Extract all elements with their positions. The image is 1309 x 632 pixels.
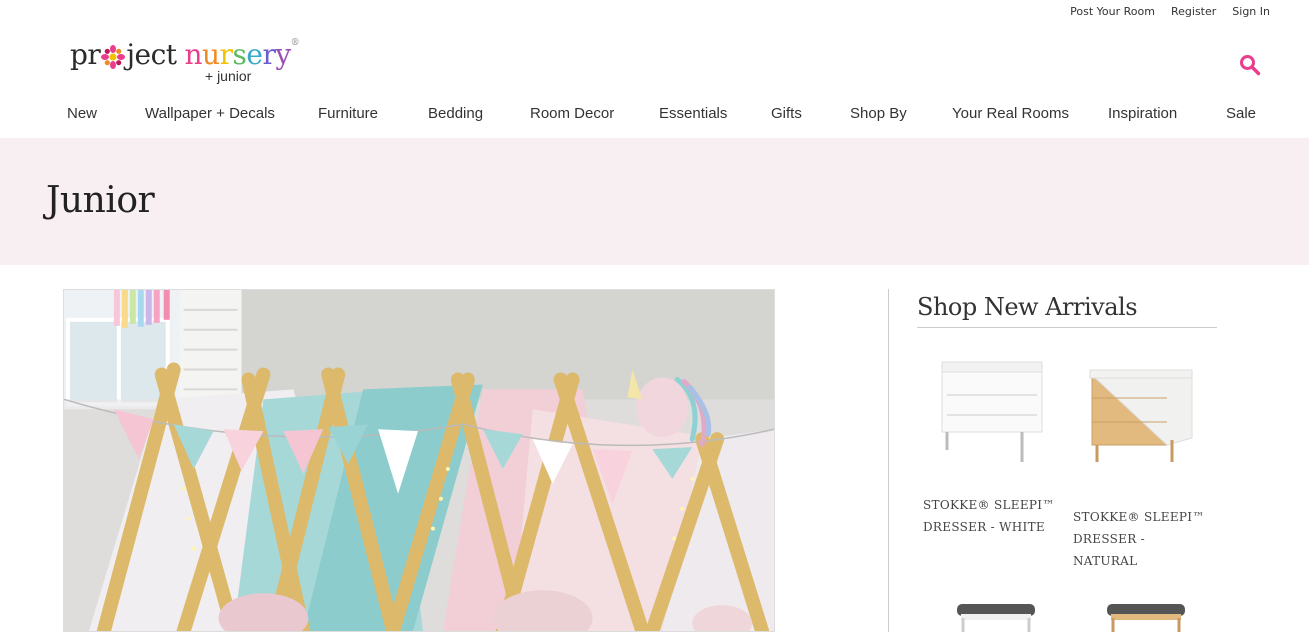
nav-item-essentials[interactable]: Essentials bbox=[659, 105, 727, 122]
register-link[interactable]: Register bbox=[1171, 5, 1216, 18]
flower-icon bbox=[101, 45, 125, 69]
nav-item-bedding[interactable]: Bedding bbox=[428, 105, 483, 122]
product-image bbox=[957, 604, 1035, 632]
main-navigation: New Wallpaper + Decals Furniture Bedding… bbox=[0, 105, 1309, 125]
product-image bbox=[941, 361, 1043, 462]
product-card[interactable]: STOKKE® SLEEPI™ DRESSER - NATURAL bbox=[1067, 350, 1207, 568]
product-image bbox=[1089, 369, 1193, 462]
hero-image[interactable] bbox=[63, 289, 775, 632]
nav-item-gifts[interactable]: Gifts bbox=[771, 105, 802, 122]
logo-letter: r bbox=[262, 38, 276, 71]
utility-links: Post Your Room Register Sign In bbox=[1070, 5, 1270, 18]
nav-item-sale[interactable]: Sale bbox=[1226, 105, 1256, 122]
logo-letter: s bbox=[232, 38, 247, 71]
post-your-room-link[interactable]: Post Your Room bbox=[1070, 5, 1155, 18]
sidebar-title: Shop New Arrivals bbox=[917, 293, 1138, 321]
logo-letter: r bbox=[219, 38, 233, 71]
sign-in-link[interactable]: Sign In bbox=[1232, 5, 1270, 18]
logo-letter: u bbox=[202, 38, 220, 71]
nav-item-furniture[interactable]: Furniture bbox=[318, 105, 378, 122]
sidebar-title-rule bbox=[917, 327, 1217, 328]
product-card[interactable] bbox=[1097, 598, 1197, 632]
logo-letter: e bbox=[246, 38, 263, 71]
nav-item-inspiration[interactable]: Inspiration bbox=[1108, 105, 1177, 122]
nav-item-your-real-rooms[interactable]: Your Real Rooms bbox=[952, 105, 1069, 122]
sidebar-divider bbox=[888, 289, 889, 632]
product-card[interactable]: STOKKE® SLEEPI™ DRESSER - WHITE bbox=[917, 350, 1057, 550]
nav-item-room-decor[interactable]: Room Decor bbox=[530, 105, 614, 122]
page-title: Junior bbox=[46, 180, 155, 221]
product-name[interactable]: STOKKE® SLEEPI™ DRESSER - WHITE bbox=[923, 494, 1055, 538]
page-banner: Junior bbox=[0, 138, 1309, 265]
product-card[interactable] bbox=[947, 598, 1047, 632]
logo-letter: y bbox=[275, 38, 291, 71]
nav-item-wallpaper-decals[interactable]: Wallpaper + Decals bbox=[145, 105, 275, 122]
product-name[interactable]: STOKKE® SLEEPI™ DRESSER - NATURAL bbox=[1073, 506, 1207, 572]
logo-junior-text: + junior bbox=[205, 68, 252, 84]
search-icon[interactable] bbox=[1239, 54, 1261, 76]
nav-item-new[interactable]: New bbox=[67, 105, 97, 122]
product-image bbox=[1107, 604, 1185, 632]
nav-item-shop-by[interactable]: Shop By bbox=[850, 105, 907, 122]
logo-letter: n bbox=[184, 38, 203, 71]
site-logo[interactable]: pr ject nursery® + junior bbox=[70, 38, 310, 88]
